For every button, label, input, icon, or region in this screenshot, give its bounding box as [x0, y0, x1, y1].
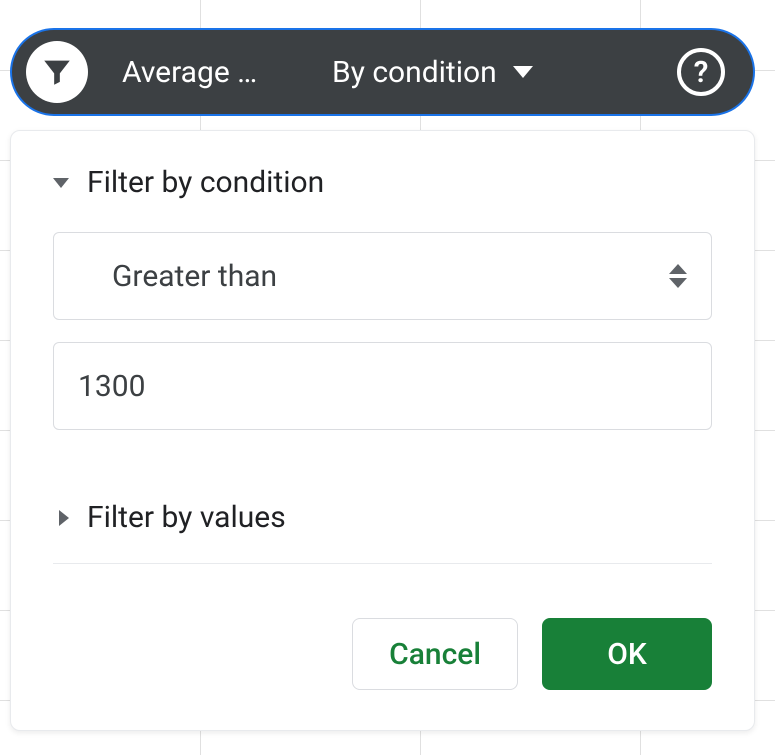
funnel-icon [40, 55, 74, 89]
condition-value-input[interactable] [53, 342, 712, 430]
filter-panel: Filter by condition Greater than Filter … [10, 130, 755, 731]
cancel-button[interactable]: Cancel [352, 618, 518, 690]
filter-by-condition-header[interactable]: Filter by condition [53, 165, 712, 200]
collapse-triangle-icon [53, 178, 69, 188]
filter-by-condition-label: Filter by condition [87, 165, 324, 200]
cancel-button-label: Cancel [389, 637, 481, 672]
condition-type-value: Greater than [112, 259, 277, 294]
filter-icon-circle[interactable] [26, 41, 88, 103]
filter-by-values-section: Filter by values [53, 500, 712, 564]
ok-button-label: OK [607, 637, 647, 672]
filter-by-values-label: Filter by values [87, 500, 286, 535]
chevron-down-icon [513, 66, 533, 78]
filter-by-values-header[interactable]: Filter by values [59, 500, 712, 535]
expand-triangle-icon [59, 510, 69, 526]
button-row: Cancel OK [53, 618, 712, 690]
slicer-pill[interactable]: Average … By condition ? [10, 28, 755, 116]
help-button[interactable]: ? [677, 48, 725, 96]
select-arrows-icon [669, 264, 687, 288]
help-icon: ? [694, 55, 709, 90]
slicer-column-label: Average … [122, 55, 292, 90]
slicer-condition-label: By condition [332, 55, 497, 90]
slicer-condition-dropdown[interactable]: By condition [332, 55, 533, 90]
condition-type-select[interactable]: Greater than [53, 232, 712, 320]
ok-button[interactable]: OK [542, 618, 712, 690]
